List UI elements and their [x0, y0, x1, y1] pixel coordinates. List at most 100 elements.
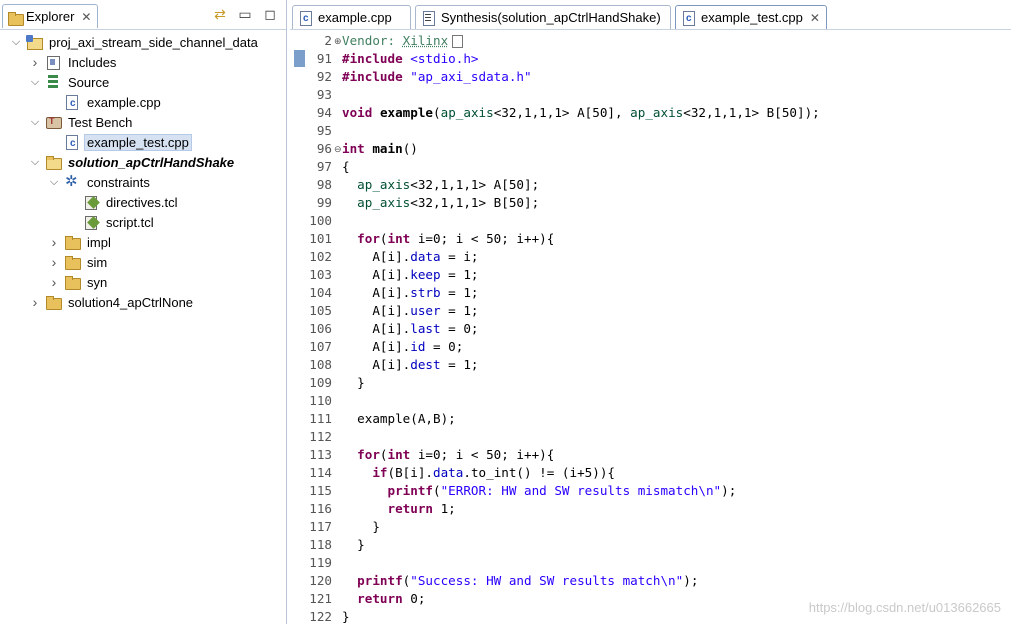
tree-item[interactable]: example_test.cpp	[48, 132, 192, 152]
close-icon[interactable]: ✕	[810, 11, 820, 25]
code-line[interactable]: }	[342, 518, 380, 536]
maximize-icon[interactable]: ◻	[262, 6, 278, 22]
tab-example-cpp[interactable]: example.cpp	[292, 5, 411, 29]
tree-item[interactable]: example.cpp	[48, 92, 164, 112]
code-line[interactable]: A[i].id = 0;	[342, 338, 463, 356]
code-line[interactable]: A[i].strb = 1;	[342, 284, 478, 302]
tree-item-label: proj_axi_stream_side_channel_data	[49, 34, 258, 50]
chevron-right-icon[interactable]: ›	[48, 272, 60, 292]
tree-item[interactable]: › solution4_apCtrlNone	[29, 292, 196, 312]
code-line[interactable]: }	[342, 374, 365, 392]
code-line[interactable]: }	[342, 608, 350, 624]
code-token: user	[410, 303, 441, 318]
folder-icon	[64, 234, 81, 250]
tree-item-label: Includes	[68, 54, 117, 70]
code-line[interactable]: ap_axis<32,1,1,1> B[50];	[342, 194, 539, 212]
tree-item[interactable]: › syn	[48, 272, 110, 292]
code-line[interactable]: }	[342, 536, 365, 554]
line-number: 108	[309, 357, 332, 372]
tree-item-label: example.cpp	[87, 94, 161, 110]
code-token: (	[379, 231, 388, 246]
chevron-down-icon[interactable]: ⌵	[29, 152, 41, 172]
chevron-right-icon[interactable]: ›	[48, 252, 60, 272]
line-number: 103	[309, 267, 332, 282]
code-line[interactable]: printf("ERROR: HW and SW results mismatc…	[342, 482, 737, 500]
test-bench-icon	[45, 114, 62, 130]
tree-item[interactable]: › impl	[48, 232, 114, 252]
code-line[interactable]: for(int i=0; i < 50; i++){	[342, 446, 554, 464]
chevron-right-icon[interactable]: ›	[48, 232, 60, 252]
annotation-ruler[interactable]	[294, 31, 308, 624]
collapse-fold-icon[interactable]: ⊖	[334, 140, 342, 158]
explorer-pane: Explorer ✕ ⇄ ▭ ◻ ⌵ proj_axi_stream_side_c…	[0, 0, 287, 624]
code-token: Vendor:	[342, 33, 403, 48]
close-icon[interactable]: ✕	[81, 10, 91, 24]
code-line[interactable]: ap_axis<32,1,1,1> A[50];	[342, 176, 539, 194]
code-line[interactable]: example(A,B);	[342, 410, 456, 428]
code-token: "ap_axi_sdata.h"	[410, 69, 532, 84]
line-number: 115	[309, 483, 332, 498]
tree-item[interactable]: script.tcl	[67, 212, 157, 232]
code-line[interactable]: A[i].data = i;	[342, 248, 478, 266]
code-line[interactable]: A[i].keep = 1;	[342, 266, 478, 284]
explorer-icon	[7, 10, 24, 26]
folded-region-icon[interactable]	[452, 35, 464, 48]
minimize-icon[interactable]: ▭	[237, 6, 253, 22]
chevron-down-icon[interactable]: ⌵	[10, 32, 22, 52]
code-line[interactable]: return 1;	[342, 500, 456, 518]
tree-item[interactable]: ⌵ proj_axi_stream_side_channel_data	[10, 32, 261, 52]
line-number: 113	[309, 447, 332, 462]
code-line[interactable]: if(B[i].data.to_int() != (i+5)){	[342, 464, 615, 482]
code-line[interactable]: A[i].dest = 1;	[342, 356, 479, 374]
code-line[interactable]: {	[342, 158, 350, 176]
code-line[interactable]: #include <stdio.h>	[342, 50, 479, 68]
code-line[interactable]: return 0;	[342, 590, 425, 608]
code-token: ap_axis	[440, 105, 494, 120]
code-line[interactable]: printf("Success: HW and SW results match…	[342, 572, 698, 590]
code-line[interactable]: A[i].user = 1;	[342, 302, 478, 320]
tree-item[interactable]: ⌵ Source	[29, 72, 112, 92]
chevron-down-icon[interactable]: ⌵	[48, 172, 60, 192]
code-line[interactable]: #include "ap_axi_sdata.h"	[342, 68, 532, 86]
code-token: (B[i].	[387, 465, 434, 480]
tree-item[interactable]: ⌵ solution_apCtrlHandShake	[29, 152, 237, 172]
code-token: dest	[410, 357, 441, 372]
code-token: = 1;	[440, 357, 479, 372]
tab-synthesis-report[interactable]: Synthesis(solution_apCtrlHandShake)	[415, 5, 671, 29]
link-with-editor-icon[interactable]: ⇄	[212, 6, 228, 22]
line-number: 99	[316, 195, 332, 210]
code-token: A[i].	[342, 339, 411, 354]
cpp-file-icon	[299, 10, 313, 26]
code-area[interactable]: Vendor: Xilinx #include <stdio.h> #include…	[342, 31, 1007, 624]
code-line[interactable]: A[i].last = 0;	[342, 320, 478, 338]
chevron-down-icon[interactable]: ⌵	[29, 72, 41, 92]
code-line[interactable]: Vendor: Xilinx	[342, 32, 464, 50]
code-token: ap_axis	[357, 177, 411, 192]
chevron-right-icon[interactable]: ›	[29, 52, 41, 72]
tree-item-label: script.tcl	[106, 214, 154, 230]
expand-fold-icon[interactable]: ⊕	[334, 32, 342, 50]
code-token: int	[342, 141, 365, 156]
code-line[interactable]: void example(ap_axis<32,1,1,1> A[50], ap…	[342, 104, 820, 122]
line-number: 96	[316, 141, 332, 156]
line-number: 117	[309, 519, 332, 534]
code-token: }	[342, 375, 365, 390]
folder-icon	[64, 254, 81, 270]
tab-example-test-cpp[interactable]: example_test.cpp ✕	[675, 5, 827, 29]
chevron-right-icon[interactable]: ›	[29, 292, 41, 312]
chevron-down-icon[interactable]: ⌵	[29, 112, 41, 132]
code-line[interactable]: int main()	[342, 140, 418, 158]
tab-explorer[interactable]: Explorer ✕	[2, 4, 98, 28]
tree-item[interactable]: › sim	[48, 252, 110, 272]
tree-item[interactable]: directives.tcl	[67, 192, 181, 212]
includes-icon	[45, 54, 61, 70]
code-line[interactable]: for(int i=0; i < 50; i++){	[342, 230, 554, 248]
tree-item[interactable]: ⌵ Test Bench	[29, 112, 135, 132]
tree-item[interactable]: ⌵ constraints	[48, 172, 153, 192]
ruler-marker[interactable]	[294, 50, 305, 67]
tree-item[interactable]: › Includes	[29, 52, 119, 72]
tree-item-label: Test Bench	[68, 114, 133, 130]
code-token: <32,1,1,1> B[50]);	[683, 105, 820, 120]
